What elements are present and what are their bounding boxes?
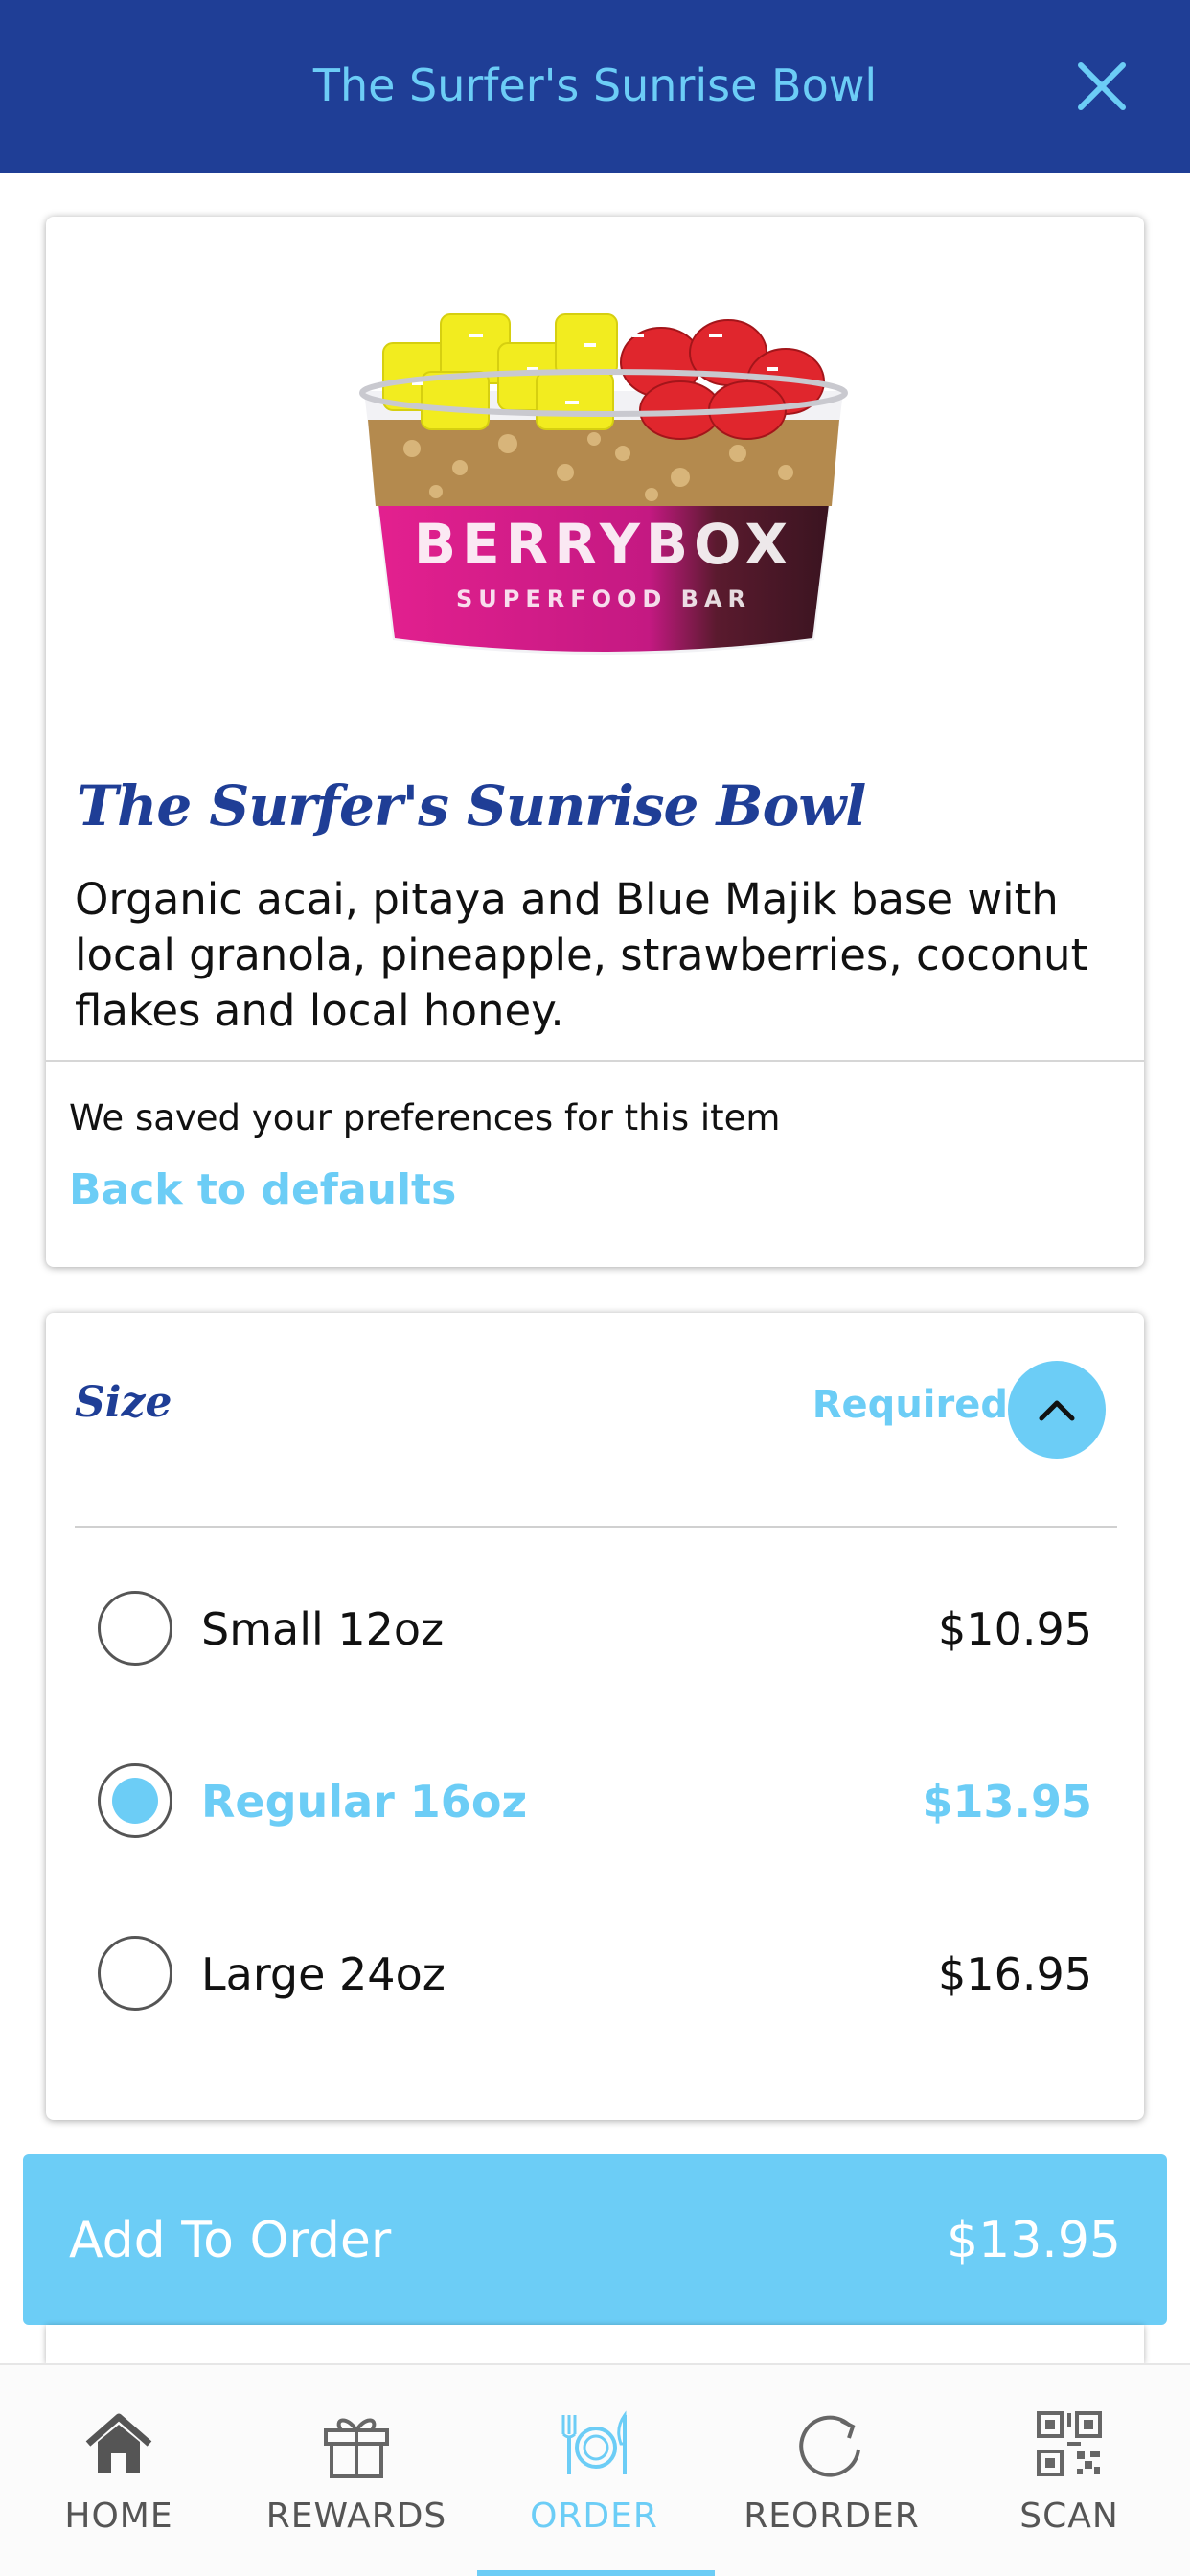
required-badge: Required	[812, 1383, 1008, 1427]
header-title: The Surfer's Sunrise Bowl	[312, 59, 878, 111]
bottom-tab-bar: HOME REWARDS ORDER REORDER SCAN	[0, 2363, 1190, 2576]
size-section-title: Size	[75, 1378, 172, 1427]
active-tab-indicator	[477, 2570, 715, 2576]
option-label: Large 24oz	[201, 1948, 446, 2000]
divider	[75, 1526, 1117, 1528]
qr-code-icon	[1037, 2411, 1102, 2476]
tab-home[interactable]: HOME	[0, 2365, 238, 2576]
chevron-up-icon	[1039, 1400, 1075, 1421]
item-description: Organic acai, pitaya and Blue Majik base…	[75, 874, 1088, 1036]
tab-scan[interactable]: SCAN	[950, 2365, 1188, 2576]
tab-label: ORDER	[530, 2496, 658, 2536]
tab-label: HOME	[64, 2496, 173, 2536]
image-brand-subtitle: SUPERFOOD BAR	[456, 586, 751, 612]
size-option-large[interactable]: Large 24oz $16.95	[46, 1898, 1144, 2051]
option-price: $16.95	[938, 1948, 1092, 2000]
size-modifier-card: Size Required Small 12oz $10.95 Regular …	[46, 1313, 1144, 2120]
tab-reorder[interactable]: REORDER	[713, 2365, 950, 2576]
option-price: $13.95	[922, 1776, 1092, 1828]
reorder-icon	[799, 2415, 860, 2477]
close-icon	[1078, 62, 1126, 110]
size-option-regular[interactable]: Regular 16oz $13.95	[46, 1725, 1144, 1878]
add-button-price: $13.95	[947, 2212, 1121, 2269]
item-title: The Surfer's Sunrise Bowl	[77, 773, 866, 839]
header-bar: The Surfer's Sunrise Bowl	[0, 0, 1190, 172]
utensils-icon	[561, 2410, 627, 2474]
item-card: BERRYBOX SUPERFOOD BAR The Surfer's Sunr…	[46, 217, 1144, 1267]
tab-order[interactable]: ORDER	[475, 2365, 713, 2576]
tab-rewards[interactable]: REWARDS	[238, 2365, 475, 2576]
collapse-button[interactable]	[1008, 1361, 1106, 1459]
next-card-peek	[46, 2325, 1144, 2363]
tab-label: SCAN	[1019, 2496, 1119, 2536]
image-brand-text: BERRYBOX	[414, 512, 793, 577]
preferences-note: We saved your preferences for this item	[69, 1097, 781, 1138]
add-button-label: Add To Order	[69, 2212, 392, 2269]
add-to-order-button[interactable]: Add To Order $13.95	[23, 2154, 1167, 2325]
option-price: $10.95	[938, 1603, 1092, 1655]
back-to-defaults-link[interactable]: Back to defaults	[69, 1162, 456, 1219]
gift-icon	[324, 2418, 389, 2478]
radio-button[interactable]	[98, 1936, 172, 2011]
tab-label: REORDER	[744, 2496, 920, 2536]
home-icon	[85, 2413, 152, 2472]
radio-button[interactable]	[98, 1591, 172, 1666]
size-option-small[interactable]: Small 12oz $10.95	[46, 1552, 1144, 1706]
option-label: Small 12oz	[201, 1603, 445, 1655]
item-image: BERRYBOX SUPERFOOD BAR	[359, 313, 848, 655]
item-detail-screen: The Surfer's Sunrise Bowl BERRYBOX SUPER…	[0, 0, 1190, 2576]
option-label: Regular 16oz	[201, 1776, 528, 1828]
divider	[46, 1060, 1144, 1062]
radio-button-selected[interactable]	[98, 1763, 172, 1838]
close-button[interactable]	[1071, 56, 1133, 117]
tab-label: REWARDS	[265, 2496, 447, 2536]
